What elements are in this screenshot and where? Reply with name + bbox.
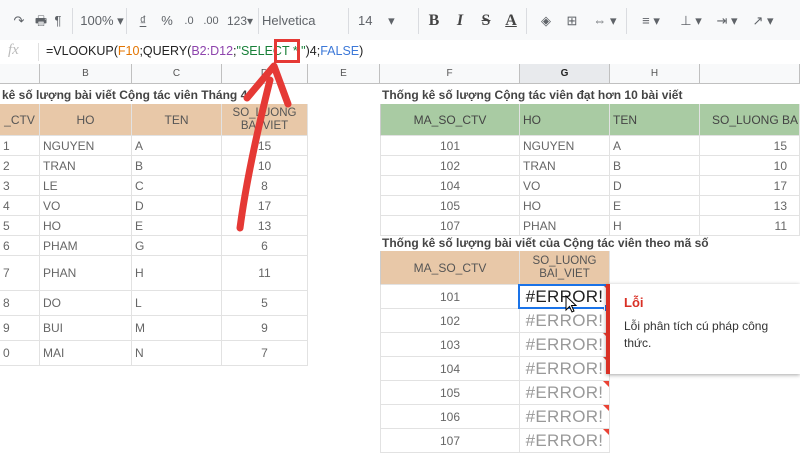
annotation-arrow-icon bbox=[236, 62, 292, 232]
mouse-pointer-icon bbox=[565, 295, 578, 313]
